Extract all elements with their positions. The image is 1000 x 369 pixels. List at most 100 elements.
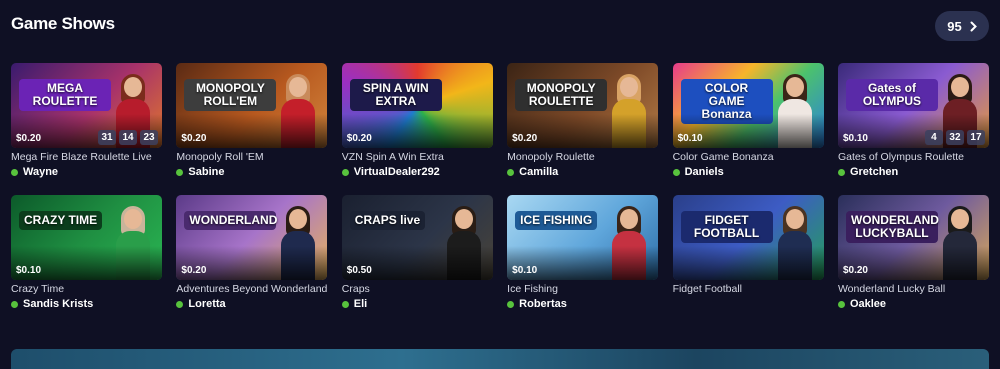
result-number: 14 bbox=[119, 130, 137, 145]
dealer-name: Gretchen bbox=[849, 166, 899, 178]
result-number: 32 bbox=[945, 130, 964, 145]
game-thumbnail[interactable]: WONDERLAND LUCKYBALL $0.20 bbox=[837, 195, 989, 280]
result-number: 17 bbox=[966, 130, 985, 145]
dealer-row: Sabine bbox=[176, 166, 327, 178]
min-bet-label: $0.20 bbox=[842, 265, 868, 276]
game-thumbnail[interactable]: SPIN A WIN EXTRA $0.20 bbox=[341, 63, 493, 148]
game-title: Wonderland Lucky Ball bbox=[837, 283, 946, 295]
dealer-row: Wayne bbox=[11, 166, 162, 178]
live-indicator-icon bbox=[176, 168, 184, 176]
recent-results: 31 14 23 bbox=[98, 130, 158, 145]
game-logo: MONOPOLY ROULETTE bbox=[515, 79, 608, 111]
game-grid: MEGA ROULETTE $0.20 31 14 23 Mega Fire Blaze … bbox=[11, 63, 989, 312]
dealer-name: Camilla bbox=[519, 166, 559, 178]
game-card[interactable]: MONOPOLY ROULETTE $0.20 Monopoly Roulette C… bbox=[507, 63, 659, 180]
min-bet-label: $0.10 bbox=[512, 265, 538, 276]
min-bet-label: $0.20 bbox=[16, 133, 42, 144]
game-title: Crazy Time bbox=[11, 283, 65, 295]
recent-results: 4 32 17 bbox=[924, 130, 985, 145]
dealer-name: Sabine bbox=[188, 166, 225, 178]
min-bet-label: $0.20 bbox=[181, 265, 207, 276]
game-title: Craps bbox=[341, 283, 370, 295]
game-thumbnail[interactable]: WONDERLAND $0.20 bbox=[176, 195, 328, 280]
live-indicator-icon bbox=[176, 300, 184, 308]
min-bet-label: $0.50 bbox=[346, 265, 372, 276]
dealer-name: Eli bbox=[353, 298, 368, 310]
game-card[interactable]: SPIN A WIN EXTRA $0.20 VZN Spin A Win Extr… bbox=[341, 63, 493, 180]
game-card[interactable]: COLOR GAME Bonanza$0.10 Color Game Bonanz… bbox=[672, 63, 824, 180]
game-thumbnail[interactable]: MONOPOLY ROLL'EM $0.20 bbox=[176, 63, 328, 148]
min-bet-label: $0.20 bbox=[346, 133, 372, 144]
live-indicator-icon bbox=[11, 168, 18, 176]
dealer-name: Sandis Krists bbox=[23, 298, 94, 310]
game-title: Fidget Football bbox=[672, 283, 743, 295]
game-title: Gates of Olympus Roulette bbox=[837, 151, 965, 163]
game-card[interactable]: WONDERLAND $0.20 Adventures Beyond Wonderl… bbox=[176, 195, 328, 312]
dealer-row: Oaklee bbox=[837, 298, 989, 310]
section-title: Game Shows bbox=[11, 14, 115, 33]
dealer-row: Loretta bbox=[176, 298, 327, 310]
game-card[interactable]: CRAPS live $0.50 Craps Eli bbox=[341, 195, 493, 312]
dealer-row: Robertas bbox=[507, 298, 658, 310]
game-card[interactable]: MONOPOLY ROLL'EM $0.20 Monopoly Roll 'EM Sa… bbox=[176, 63, 328, 180]
game-logo: SPIN A WIN EXTRA bbox=[349, 79, 442, 111]
game-title: Ice Fishing bbox=[507, 283, 558, 295]
dealer-row: Camilla bbox=[507, 166, 658, 178]
game-card[interactable]: Gates of OLYMPUS $0.10 4 32 17 Gates of Olymp… bbox=[837, 63, 989, 180]
game-title: Color Game Bonanza bbox=[672, 151, 774, 163]
dealer-name: Wayne bbox=[23, 166, 59, 178]
result-number: 31 bbox=[98, 130, 116, 145]
dealer-name: Robertas bbox=[519, 298, 567, 310]
game-logo: ICE FISHING bbox=[515, 211, 598, 230]
live-indicator-icon bbox=[672, 168, 680, 176]
game-title: Monopoly Roulette bbox=[507, 151, 595, 163]
game-thumbnail[interactable]: CRAPS live $0.50 bbox=[341, 195, 493, 280]
dealer-row: Gretchen bbox=[837, 166, 989, 178]
game-logo: WONDERLAND bbox=[184, 211, 277, 230]
promo-banner[interactable] bbox=[11, 349, 989, 369]
game-thumbnail[interactable]: FIDGET FOOTBALL bbox=[672, 195, 824, 280]
game-thumbnail[interactable]: CRAZY TIME $0.10 bbox=[11, 195, 162, 280]
game-title: VZN Spin A Win Extra bbox=[341, 151, 444, 163]
game-title: Mega Fire Blaze Roulette Live bbox=[11, 151, 152, 163]
live-indicator-icon bbox=[11, 300, 18, 308]
game-thumbnail[interactable]: Gates of OLYMPUS $0.10 4 32 17 bbox=[837, 63, 989, 148]
game-card[interactable]: FIDGET FOOTBALL Fidget Football bbox=[672, 195, 824, 312]
game-thumbnail[interactable]: COLOR GAME Bonanza$0.10 bbox=[672, 63, 824, 148]
live-indicator-icon bbox=[341, 300, 349, 308]
live-indicator-icon bbox=[507, 168, 515, 176]
live-indicator-icon bbox=[341, 168, 349, 176]
game-title: Monopoly Roll 'EM bbox=[176, 151, 264, 163]
game-card[interactable]: ICE FISHING $0.10 Ice Fishing Robertas bbox=[507, 195, 659, 312]
game-count: 95 bbox=[947, 18, 962, 34]
min-bet-label: $0.20 bbox=[512, 133, 538, 144]
live-indicator-icon bbox=[837, 300, 845, 308]
game-card[interactable]: MEGA ROULETTE $0.20 31 14 23 Mega Fire Blaze … bbox=[11, 63, 162, 180]
min-bet-label: $0.10 bbox=[16, 265, 42, 276]
game-thumbnail[interactable]: MONOPOLY ROULETTE $0.20 bbox=[507, 63, 659, 148]
game-logo: MEGA ROULETTE bbox=[19, 79, 111, 111]
dealer-name: Daniels bbox=[684, 166, 724, 178]
game-card[interactable]: WONDERLAND LUCKYBALL $0.20 Wonderland Luck… bbox=[837, 195, 989, 312]
section-header: Game Shows 95 bbox=[0, 0, 1000, 52]
dealer-row: Daniels bbox=[672, 166, 824, 178]
dealer-name: Loretta bbox=[188, 298, 226, 310]
dealer-name: VirtualDealer292 bbox=[353, 166, 440, 178]
dealer-row: Sandis Krists bbox=[11, 298, 162, 310]
game-logo: MONOPOLY ROLL'EM bbox=[184, 79, 277, 111]
dealer-row: Eli bbox=[341, 298, 493, 310]
game-thumbnail[interactable]: MEGA ROULETTE $0.20 31 14 23 bbox=[11, 63, 162, 148]
min-bet-label: $0.10 bbox=[842, 133, 868, 144]
chevron-right-icon bbox=[970, 21, 977, 31]
view-all-button[interactable]: 95 bbox=[935, 11, 989, 41]
game-logo: CRAPS live bbox=[349, 211, 426, 230]
thumbnail-shade bbox=[672, 246, 824, 280]
min-bet-label: $0.20 bbox=[181, 133, 207, 144]
result-number: 23 bbox=[140, 130, 158, 145]
live-indicator-icon bbox=[837, 168, 845, 176]
game-logo: FIDGET FOOTBALL bbox=[680, 211, 773, 243]
live-indicator-icon bbox=[507, 300, 515, 308]
game-card[interactable]: CRAZY TIME $0.10 Crazy Time Sandis Krists bbox=[11, 195, 162, 312]
dealer-name: Oaklee bbox=[849, 298, 887, 310]
game-thumbnail[interactable]: ICE FISHING $0.10 bbox=[507, 195, 659, 280]
